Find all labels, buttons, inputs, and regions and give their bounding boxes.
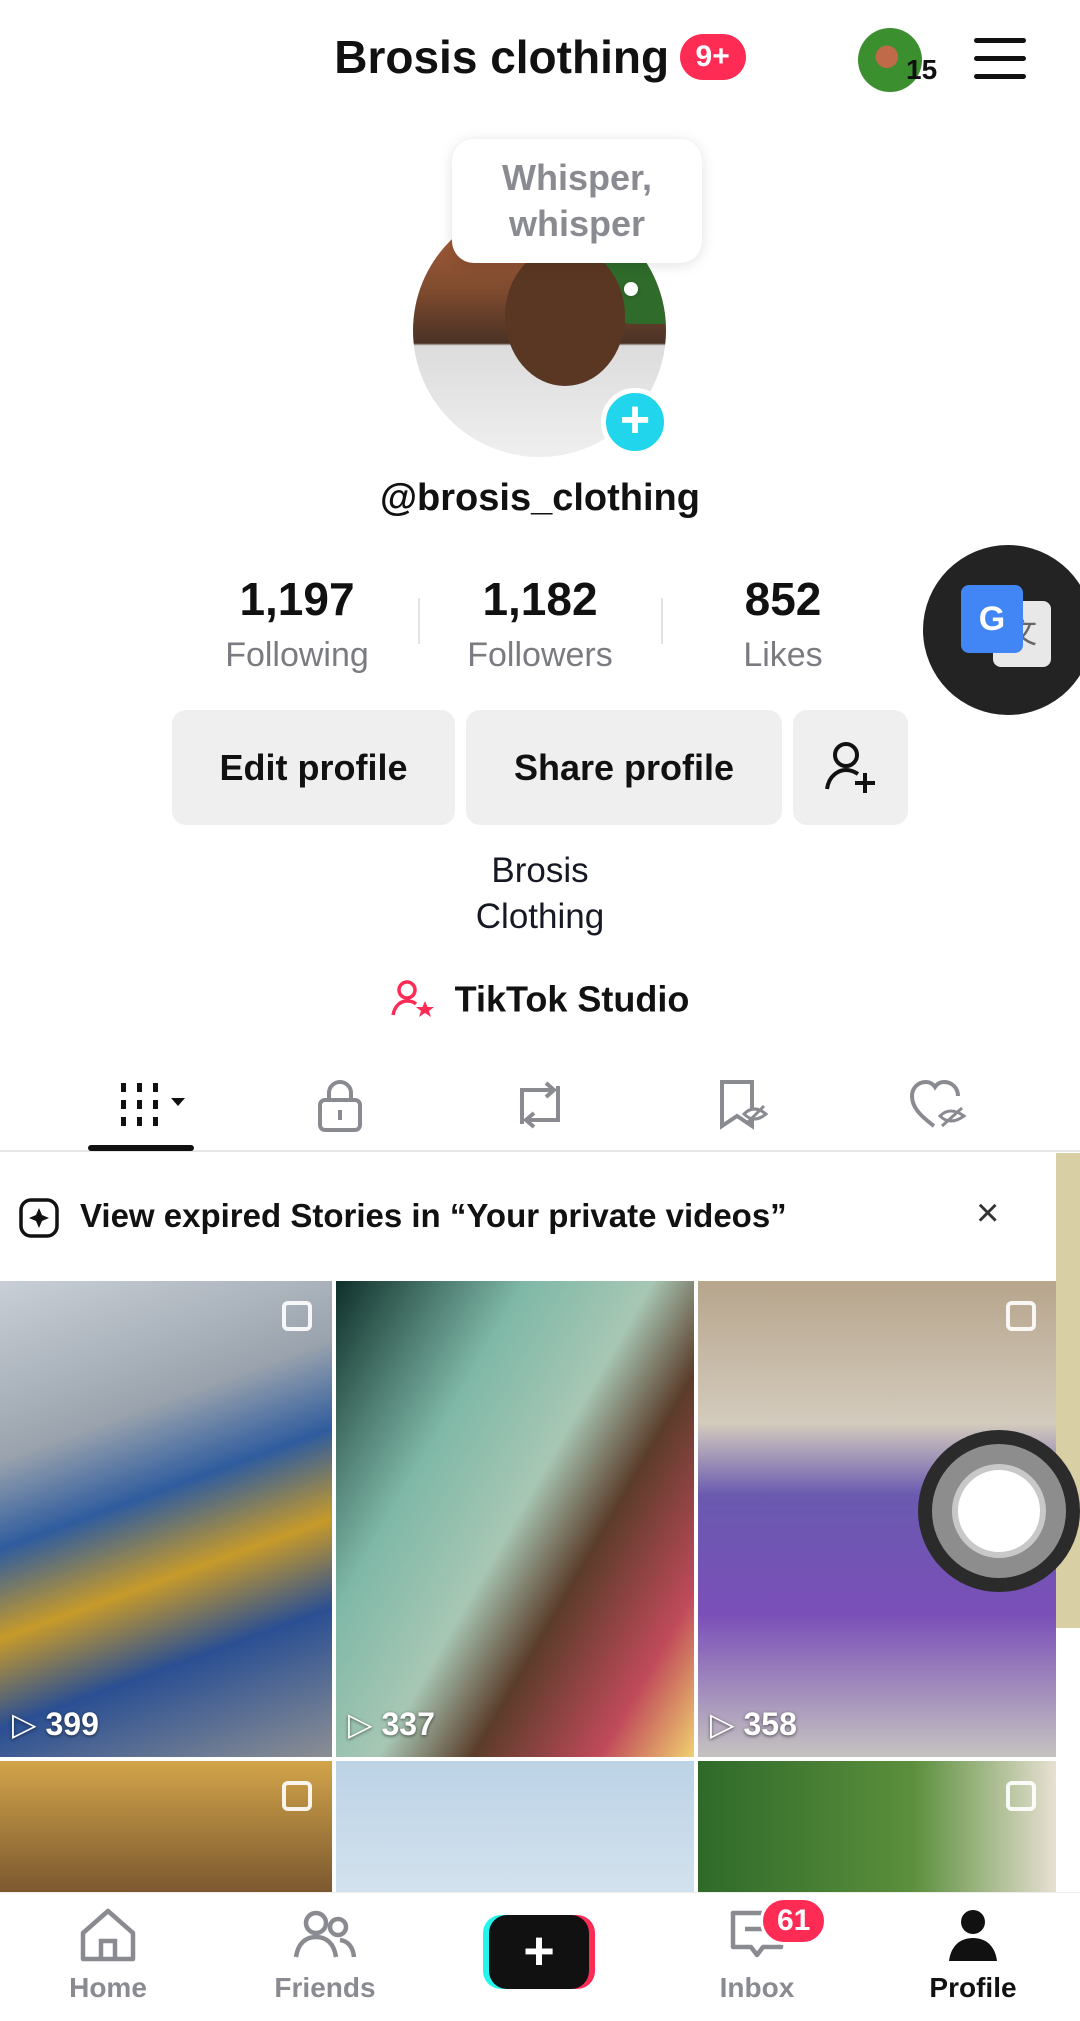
tab-videos[interactable] [110, 1070, 200, 1140]
view-count-value: 358 [743, 1706, 797, 1742]
username: @brosis_clothing [380, 477, 700, 519]
tab-liked[interactable] [898, 1070, 978, 1140]
note-bubble-dot [624, 282, 638, 296]
notification-badge: 9+ [679, 34, 746, 80]
record-inner [952, 1464, 1046, 1558]
nav-home-label: Home [69, 1972, 147, 2003]
story-sparkle-icon [19, 1198, 59, 1238]
video-tile[interactable]: ▷ 399 [0, 1281, 332, 1757]
edit-profile-button[interactable]: Edit profile [172, 710, 455, 825]
tiktok-studio-link[interactable]: TikTok Studio [0, 976, 1080, 1020]
home-icon [80, 1908, 136, 1962]
nav-friends[interactable]: Friends [245, 1907, 405, 2004]
friends-icon [293, 1910, 357, 1958]
tab-reposts[interactable] [500, 1070, 580, 1140]
hamburger-menu-icon[interactable] [974, 38, 1026, 80]
stat-followers[interactable]: 1,182 Followers [440, 572, 640, 675]
stat-following[interactable]: 1,197 Following [197, 572, 397, 675]
grid-videos-icon [121, 1083, 185, 1126]
heart-hidden-icon [909, 1079, 967, 1128]
add-friend-button[interactable] [793, 710, 908, 825]
inbox-count-badge: 61 [760, 1897, 828, 1945]
banner-close-icon[interactable]: × [976, 1191, 999, 1236]
nav-profile[interactable]: Profile [893, 1907, 1053, 2004]
translate-g-glyph: G [961, 585, 1023, 653]
bookmark-hidden-icon [720, 1080, 769, 1130]
stat-likes-value: 852 [744, 573, 822, 625]
multi-clip-icon [1006, 1301, 1036, 1331]
floating-record-button[interactable] [918, 1430, 1080, 1592]
add-person-icon [824, 742, 875, 793]
stat-following-label: Following [225, 636, 369, 674]
bio-line-2: Clothing [475, 897, 605, 936]
view-count: ▷ 337 [348, 1706, 435, 1742]
plus-icon: + [489, 1915, 589, 1989]
nav-profile-label: Profile [929, 1972, 1017, 2003]
avatar-count-badge: 15 [906, 54, 938, 85]
profile-icon [949, 1910, 997, 1961]
stat-likes-label: Likes [743, 636, 823, 674]
repost-icon [520, 1081, 560, 1129]
lock-icon [318, 1080, 362, 1132]
expired-stories-banner[interactable]: View expired Stories in “Your private vi… [0, 1153, 1056, 1281]
stat-followers-label: Followers [467, 636, 613, 674]
banner-text: View expired Stories in “Your private vi… [80, 1197, 787, 1234]
view-count-value: 399 [45, 1706, 99, 1742]
multi-clip-icon [1006, 1781, 1036, 1811]
bottom-navigation: Home Friends + Inbox 61 Profile [0, 1892, 1080, 2021]
bio-line-1: Brosis [491, 851, 589, 890]
stat-divider [661, 598, 663, 644]
nav-friends-label: Friends [274, 1972, 376, 2003]
view-count: ▷ 358 [710, 1706, 797, 1742]
translate-float-button[interactable]: 文 G [923, 545, 1080, 715]
view-count-value: 337 [381, 1706, 435, 1742]
studio-label: TikTok Studio [454, 978, 690, 1020]
note-bubble-text: Whisper, whisper [501, 157, 653, 244]
create-button[interactable]: + [483, 1915, 595, 1989]
add-story-plus-icon[interactable]: + [601, 388, 669, 456]
bio: Brosis Clothing [0, 848, 1080, 940]
multi-clip-icon [282, 1301, 312, 1331]
tab-favorites[interactable] [702, 1070, 782, 1140]
account-title[interactable]: Brosis clothing [334, 30, 669, 84]
nav-inbox-label: Inbox [719, 1972, 795, 2003]
studio-person-star-icon [390, 980, 434, 1018]
top-header: Brosis clothing 9+ 15 [0, 0, 1080, 120]
content-tabs [0, 1060, 1080, 1152]
stat-likes[interactable]: 852 Likes [683, 572, 883, 675]
active-tab-indicator [88, 1145, 194, 1151]
view-count: ▷ 399 [12, 1706, 99, 1742]
tab-private[interactable] [300, 1070, 380, 1140]
share-profile-button[interactable]: Share profile [466, 710, 782, 825]
nav-home[interactable]: Home [28, 1907, 188, 2004]
note-bubble[interactable]: Whisper, whisper [452, 139, 702, 263]
stat-divider [418, 598, 420, 644]
stat-followers-value: 1,182 [482, 573, 598, 625]
stat-following-value: 1,197 [239, 573, 355, 625]
video-tile[interactable]: ▷ 337 [336, 1281, 694, 1757]
multi-clip-icon [282, 1781, 312, 1811]
